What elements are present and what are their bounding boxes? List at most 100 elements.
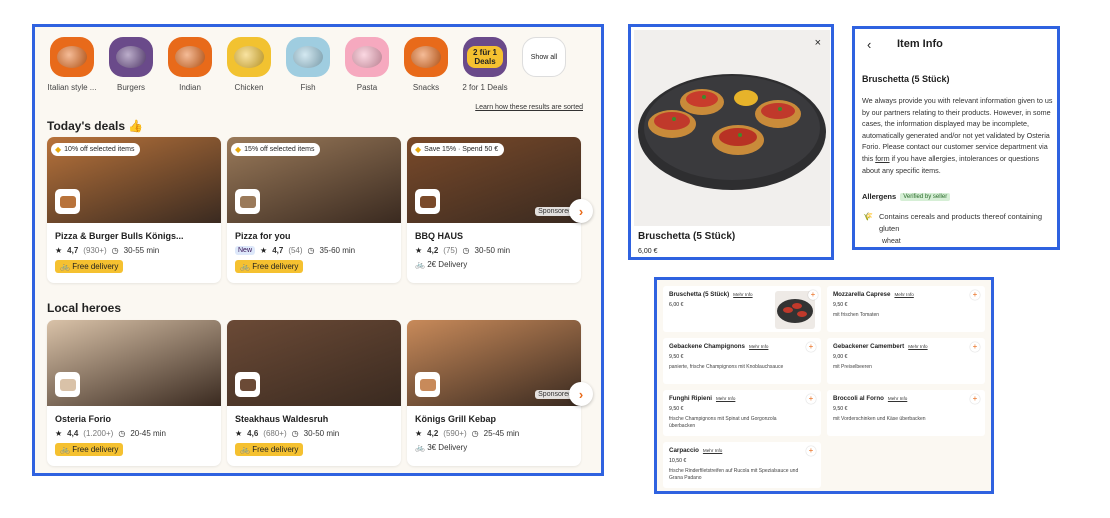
rating: 4,7 bbox=[67, 246, 79, 255]
menu-item-name: Funghi Ripieni bbox=[669, 395, 712, 402]
restaurant-meta: ★ 4,7 (930+) ◷ 30-55 min bbox=[47, 241, 221, 255]
more-info-link[interactable]: Mehr Info bbox=[716, 396, 735, 401]
allergen-row: 🌾 Contains cereals and products thereof … bbox=[863, 211, 1057, 235]
allergen-text: Contains cereals and products thereof co… bbox=[878, 212, 1042, 233]
more-info-link[interactable]: Mehr Info bbox=[888, 396, 907, 401]
menu-item-header: Gebackener Camembert Mehr Info bbox=[833, 343, 979, 350]
menu-item-name: Mozzarella Caprese bbox=[833, 291, 891, 298]
more-info-link[interactable]: Mehr Info bbox=[733, 292, 752, 297]
rating: 4,4 bbox=[67, 429, 79, 438]
back-arrow-icon[interactable]: ‹ bbox=[867, 37, 871, 52]
category-bar: Italian style ... Burgers Indian Chicken Fis… bbox=[47, 37, 569, 92]
add-item-plus-icon[interactable]: + bbox=[970, 342, 980, 352]
category-6[interactable]: Snacks bbox=[401, 37, 451, 92]
add-item-plus-icon[interactable]: + bbox=[806, 446, 816, 456]
menu-item[interactable]: Broccoli al Forno Mehr Info 9,50 € mit Vord… bbox=[827, 390, 985, 436]
category-0[interactable]: Italian style ... bbox=[47, 37, 97, 92]
category-5[interactable]: Pasta bbox=[342, 37, 392, 92]
menu-item[interactable]: Funghi Ripieni Mehr Info 9,50 € frische Cha… bbox=[663, 390, 821, 436]
menu-item-name: Broccoli al Forno bbox=[833, 395, 884, 402]
add-item-plus-icon[interactable]: + bbox=[970, 394, 980, 404]
item-title: Bruschetta (5 Stück) bbox=[638, 231, 736, 242]
restaurant-name: BBQ HAUS bbox=[415, 231, 464, 241]
clock-icon: ◷ bbox=[291, 429, 299, 438]
show-all-button[interactable]: Show all bbox=[519, 37, 569, 92]
add-item-plus-icon[interactable]: + bbox=[808, 290, 818, 300]
menu-item-header: Gebackene Champignons Mehr Info bbox=[669, 343, 815, 350]
restaurant-logo bbox=[55, 372, 80, 397]
local-heroes-title: Local heroes bbox=[47, 301, 122, 315]
menu-item-header: Funghi Ripieni Mehr Info bbox=[669, 395, 815, 402]
category-4[interactable]: Fish bbox=[283, 37, 333, 92]
star-icon: ★ bbox=[55, 429, 63, 438]
rating: 4,2 bbox=[427, 246, 439, 255]
delivery-fee-text: Free delivery bbox=[252, 445, 299, 454]
snacks-icon bbox=[404, 37, 448, 77]
category-7[interactable]: 2 für 1 Deals 2 for 1 Deals bbox=[460, 37, 510, 92]
restaurant-meta: New ★ 4,7 (54) ◷ 35-60 min bbox=[227, 241, 401, 255]
restaurant-image bbox=[47, 320, 221, 406]
menu-item[interactable]: Carpaccio Mehr Info 10,50 € frische Rinderf… bbox=[663, 442, 821, 488]
delivery-time: 25-45 min bbox=[483, 429, 520, 438]
clock-icon: ◷ bbox=[118, 429, 126, 438]
item-detail-panel: × Bruschetta (5 Stück) 6,00 € bbox=[628, 24, 834, 260]
deals-next-arrow-icon[interactable]: › bbox=[569, 199, 593, 223]
rating: 4,2 bbox=[427, 429, 439, 438]
restaurant-card[interactable]: ◆ Save 15% · Spend 50 € Sponsored BBQ HAUS ★… bbox=[407, 137, 581, 283]
item-info-panel: ‹ Item Info Bruschetta (5 Stück) We alwa… bbox=[852, 26, 1060, 250]
heroes-next-arrow-icon[interactable]: › bbox=[569, 382, 593, 406]
delivery-time: 30-50 min bbox=[474, 246, 511, 255]
clock-icon: ◷ bbox=[471, 429, 479, 438]
more-info-link[interactable]: Mehr Info bbox=[894, 292, 913, 297]
restaurant-name: Steakhaus Waldesruh bbox=[235, 414, 329, 424]
sorting-info-link[interactable]: Learn how these results are sorted bbox=[475, 104, 583, 111]
menu-item-price: 9,50 € bbox=[833, 302, 848, 308]
restaurant-card[interactable]: ◆ 15% off selected items Pizza for you New ★… bbox=[227, 137, 401, 283]
restaurant-logo bbox=[415, 372, 440, 397]
menu-grid: Bruschetta (5 Stück) Mehr Info 6,00 € + Mozz… bbox=[663, 286, 985, 488]
bike-icon: 🚲 bbox=[415, 260, 428, 269]
review-count: (1.200+) bbox=[83, 429, 114, 438]
delivery-fee: 🚲 Free delivery bbox=[55, 260, 124, 273]
menu-item[interactable]: Mozzarella Caprese Mehr Info 9,50 € mit fri… bbox=[827, 286, 985, 332]
menu-item[interactable]: Gebackene Champignons Mehr Info 9,50 € pani… bbox=[663, 338, 821, 384]
chicken-icon bbox=[227, 37, 271, 77]
restaurant-card[interactable]: Sponsored Königs Grill Kebap ★ 4,2 (590+) ◷ 25… bbox=[407, 320, 581, 466]
menu-item-header: Mozzarella Caprese Mehr Info bbox=[833, 291, 979, 298]
add-item-plus-icon[interactable]: + bbox=[806, 342, 816, 352]
more-info-link[interactable]: Mehr Info bbox=[908, 344, 927, 349]
tag-icon: ◆ bbox=[235, 145, 242, 154]
more-info-link[interactable]: Mehr Info bbox=[703, 448, 722, 453]
restaurant-logo bbox=[415, 189, 440, 214]
clock-icon: ◷ bbox=[462, 246, 470, 255]
add-item-plus-icon[interactable]: + bbox=[970, 290, 980, 300]
delivery-time: 30-50 min bbox=[303, 429, 340, 438]
bruschetta-photo bbox=[634, 30, 830, 226]
category-label: Burgers bbox=[116, 83, 145, 92]
menu-item-price: 9,00 € bbox=[833, 354, 848, 360]
delivery-time: 30-55 min bbox=[123, 246, 160, 255]
category-label: Pasta bbox=[356, 83, 378, 92]
add-item-plus-icon[interactable]: + bbox=[806, 394, 816, 404]
review-count: (590+) bbox=[443, 429, 467, 438]
restaurant-name: Pizza & Burger Bulls Königs... bbox=[55, 231, 184, 241]
restaurant-card[interactable]: Osteria Forio ★ 4,4 (1.200+) ◷ 20-45 min 🚲 Fre… bbox=[47, 320, 221, 466]
restaurant-image: ◆ 10% off selected items bbox=[47, 137, 221, 223]
restaurant-card[interactable]: Steakhaus Waldesruh ★ 4,6 (680+) ◷ 30-50 min 🚲… bbox=[227, 320, 401, 466]
restaurant-list-panel: Italian style ... Burgers Indian Chicken Fis… bbox=[32, 24, 604, 476]
menu-item[interactable]: Gebackener Camembert Mehr Info 9,00 € mit P… bbox=[827, 338, 985, 384]
wheat-icon: 🌾 bbox=[863, 212, 873, 221]
category-2[interactable]: Indian bbox=[165, 37, 215, 92]
category-3[interactable]: Chicken bbox=[224, 37, 274, 92]
menu-item-name: Gebackene Champignons bbox=[669, 343, 745, 350]
bike-icon: 🚲 bbox=[60, 445, 73, 454]
tag-icon: ◆ bbox=[55, 145, 62, 154]
category-1[interactable]: Burgers bbox=[106, 37, 156, 92]
more-info-link[interactable]: Mehr Info bbox=[749, 344, 768, 349]
close-icon[interactable]: × bbox=[815, 37, 821, 49]
form-link[interactable]: form bbox=[875, 154, 889, 163]
menu-item-price: 9,50 € bbox=[833, 406, 848, 412]
clock-icon: ◷ bbox=[111, 246, 119, 255]
restaurant-card[interactable]: ◆ 10% off selected items Pizza & Burger Bu… bbox=[47, 137, 221, 283]
menu-item[interactable]: Bruschetta (5 Stück) Mehr Info 6,00 € + bbox=[663, 286, 821, 332]
